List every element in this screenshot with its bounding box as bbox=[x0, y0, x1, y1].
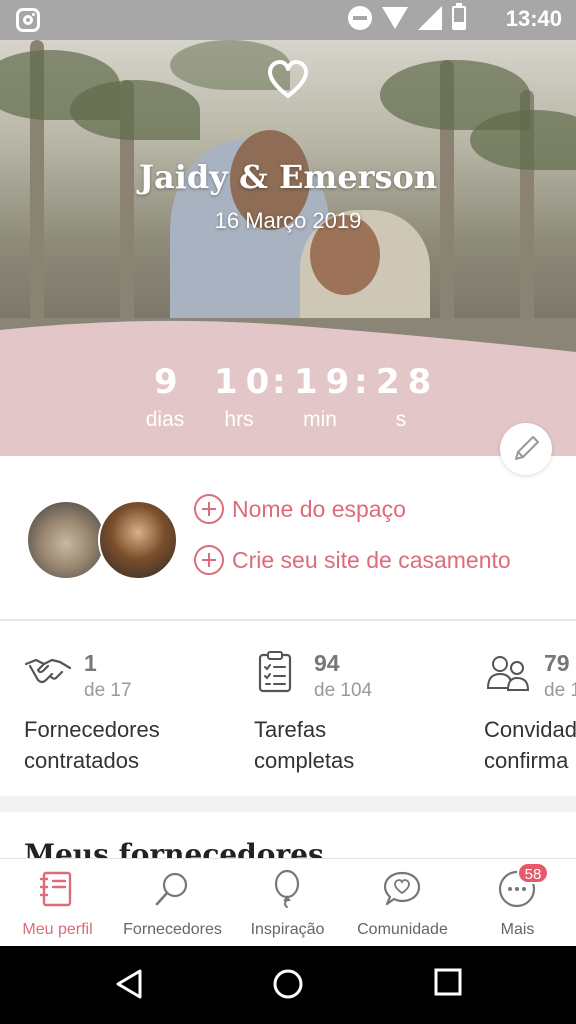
wifi-icon bbox=[382, 7, 408, 29]
nav-label: Comunidade bbox=[357, 921, 448, 938]
bottom-nav: Meu perfil Fornecedores Inspiração Comun… bbox=[0, 858, 576, 946]
countdown-hours-label: hrs bbox=[224, 408, 254, 431]
back-icon[interactable] bbox=[114, 968, 144, 1000]
create-website-label: Crie seu site de casamento bbox=[232, 546, 511, 573]
wedding-date: 16 Março 2019 bbox=[214, 208, 362, 233]
stat-guests-total: de 1 bbox=[544, 680, 576, 701]
edit-button[interactable] bbox=[500, 423, 552, 475]
countdown-hours: 10 bbox=[214, 362, 278, 402]
create-website-link[interactable]: Crie seu site de casamento bbox=[194, 545, 511, 575]
status-icons bbox=[348, 3, 466, 30]
nav-item-inspiracao[interactable]: Inspiração bbox=[230, 859, 345, 947]
do-not-disturb-icon bbox=[348, 6, 372, 30]
avatar-groom[interactable] bbox=[98, 500, 178, 580]
section-title: Meus fornecedores bbox=[24, 838, 324, 858]
heart-icon bbox=[268, 60, 308, 98]
notification-badge: 58 bbox=[517, 862, 549, 884]
pencil-icon bbox=[515, 436, 539, 460]
stat-tasks-total: de 104 bbox=[314, 680, 373, 701]
countdown-days-label: dias bbox=[145, 408, 185, 431]
section-separator bbox=[0, 796, 576, 812]
stat-vendors-count: 1 bbox=[84, 650, 97, 676]
battery-icon bbox=[452, 3, 466, 30]
countdown-minutes-label: min bbox=[303, 408, 337, 431]
plus-circle-icon bbox=[194, 494, 224, 524]
space-name-label: Nome do espaço bbox=[232, 495, 406, 522]
system-nav-bar bbox=[0, 946, 576, 1024]
notebook-icon bbox=[39, 871, 72, 907]
plus-circle-icon bbox=[194, 545, 224, 575]
instagram-icon bbox=[16, 8, 40, 32]
countdown-seconds-label: s bbox=[395, 408, 407, 431]
nav-label: Mais bbox=[500, 921, 535, 938]
space-name-link[interactable]: Nome do espaço bbox=[194, 494, 406, 524]
countdown-seconds: 28 bbox=[376, 362, 440, 402]
nav-label: Inspiração bbox=[250, 921, 325, 938]
cover-photo: Jaidy & Emerson 16 Março 2019 bbox=[0, 40, 576, 330]
countdown-days: 9 bbox=[154, 362, 186, 402]
avatar-bride[interactable] bbox=[26, 500, 106, 580]
nav-label: Fornecedores bbox=[123, 921, 222, 938]
couple-names: Jaidy & Emerson bbox=[138, 158, 438, 196]
stat-vendors-title: Fornecedores contratados bbox=[24, 717, 160, 773]
nav-label: Meu perfil bbox=[22, 921, 93, 938]
stat-vendors-total: de 17 bbox=[84, 680, 132, 701]
divider bbox=[0, 619, 576, 621]
hero-wave bbox=[0, 318, 576, 352]
signal-icon bbox=[418, 6, 442, 30]
balloon-icon bbox=[274, 869, 300, 908]
nav-item-comunidade[interactable]: Comunidade bbox=[345, 859, 460, 947]
nav-item-fornecedores[interactable]: Fornecedores bbox=[115, 859, 230, 947]
guests-icon bbox=[486, 656, 530, 691]
status-time: 13:40 bbox=[505, 6, 562, 31]
nav-item-meu-perfil[interactable]: Meu perfil bbox=[0, 859, 115, 947]
home-icon[interactable] bbox=[272, 968, 304, 1000]
status-bar: 13:40 bbox=[0, 0, 576, 40]
stat-tasks-count: 94 bbox=[314, 650, 340, 676]
stat-guests-title: Convidad confirma bbox=[484, 717, 576, 773]
chat-heart-icon bbox=[383, 871, 421, 906]
stat-guests-count: 79 bbox=[544, 650, 570, 676]
handshake-icon bbox=[24, 658, 72, 684]
checklist-icon bbox=[258, 651, 292, 693]
recent-apps-icon[interactable] bbox=[434, 968, 462, 996]
countdown-minutes: 19 bbox=[294, 362, 358, 402]
countdown-separator: : bbox=[272, 362, 286, 402]
search-icon bbox=[155, 872, 188, 906]
countdown-separator: : bbox=[354, 362, 368, 402]
stat-tasks-title: Tarefas completas bbox=[254, 717, 355, 773]
